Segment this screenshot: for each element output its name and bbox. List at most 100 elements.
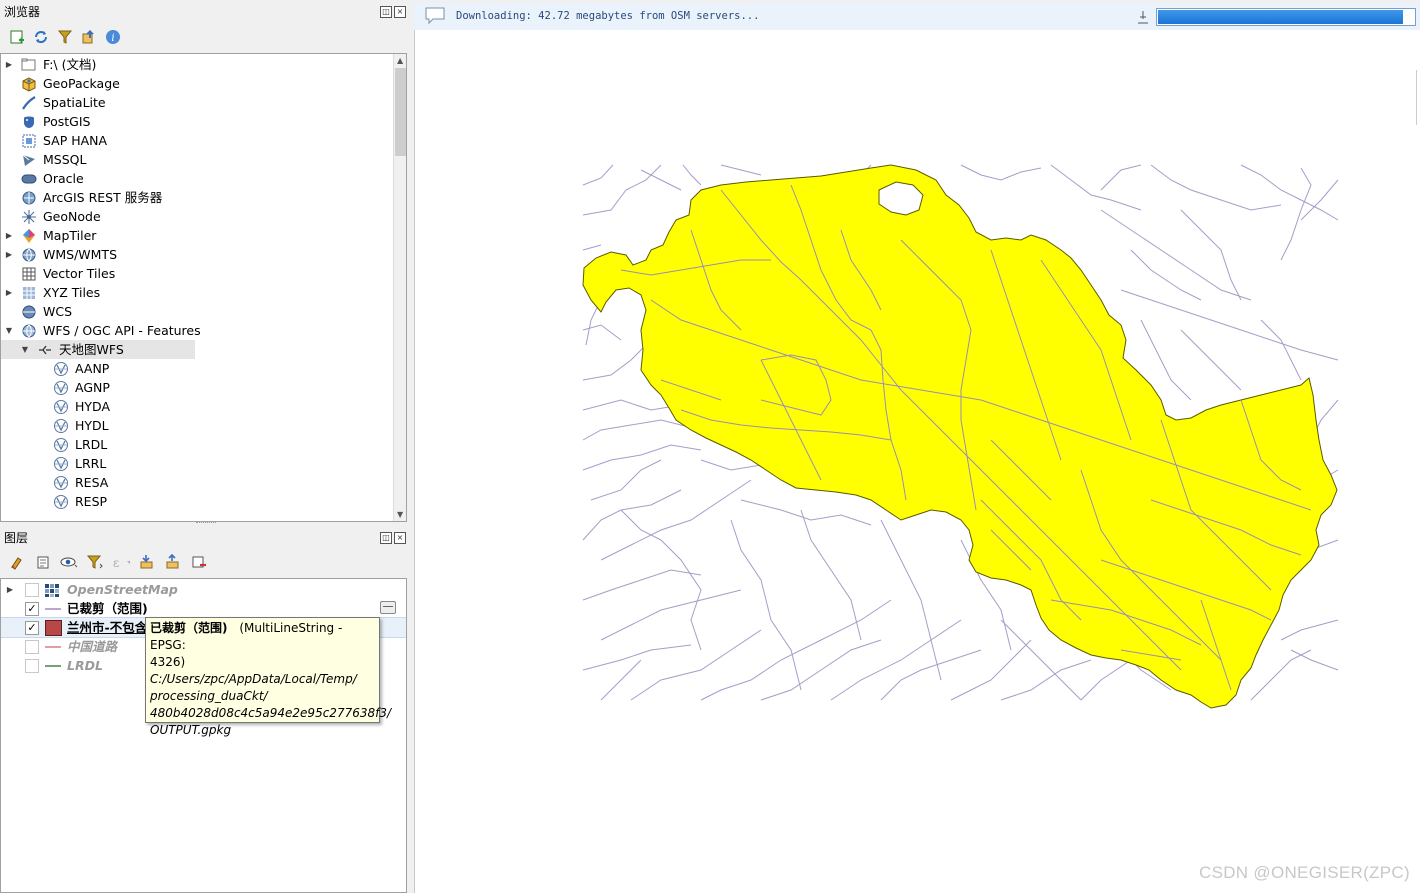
browser-item[interactable]: HYDL	[1, 416, 391, 435]
layer-visibility-checkbox[interactable]: ✓	[25, 621, 39, 635]
browser-tree[interactable]: ▶ F:\ (文档) GeoPackage SpatiaLite PostGIS SAP …	[0, 53, 407, 522]
layers-panel-title: 图层 ◫ ×	[0, 528, 410, 548]
visibility-icon[interactable]	[60, 553, 78, 571]
browser-item[interactable]: LRDL	[1, 435, 391, 454]
browser-item-label: HYDL	[75, 418, 109, 433]
scroll-up-arrow[interactable]: ▲	[397, 56, 403, 65]
expand-all-icon[interactable]	[138, 553, 156, 571]
layer-visibility-checkbox[interactable]	[25, 659, 39, 673]
layer-name: OpenStreetMap	[67, 582, 178, 597]
browser-item[interactable]: GeoPackage	[1, 74, 391, 93]
browser-item[interactable]: RESA	[1, 473, 391, 492]
chevron-right-icon[interactable]: ▶	[4, 283, 14, 302]
chevron-right-icon[interactable]: ▶	[4, 55, 14, 74]
browser-item[interactable]: ▼ 天地图WFS	[1, 340, 195, 359]
collapse-all-icon[interactable]	[164, 553, 182, 571]
add-group-icon[interactable]	[34, 553, 52, 571]
layer-visibility-checkbox[interactable]	[25, 583, 39, 597]
browser-panel-title: 浏览器 ◫ ×	[0, 2, 410, 22]
download-progress-fill	[1158, 10, 1404, 24]
browser-item-label: GeoPackage	[43, 76, 120, 91]
layers-toolbar: ε	[0, 550, 208, 574]
layer-row[interactable]: ✓ 已裁剪（范围)	[1, 599, 406, 618]
browser-item[interactable]: MSSQL	[1, 150, 391, 169]
wfs-icon	[21, 323, 37, 338]
browser-item[interactable]: GeoNode	[1, 207, 391, 226]
refresh-icon[interactable]	[32, 28, 50, 46]
clear-message-icon[interactable]	[1136, 9, 1150, 25]
browser-panel-title-text: 浏览器	[4, 5, 41, 19]
browser-item-label: GeoNode	[43, 209, 101, 224]
browser-item[interactable]: ▶ XYZ Tiles	[1, 283, 391, 302]
browser-item-label: 天地图WFS	[59, 342, 124, 357]
undock-button[interactable]: ◫	[380, 6, 392, 18]
layer-visibility-checkbox[interactable]: ✓	[25, 602, 39, 616]
layer-row[interactable]: ▶ OpenStreetMap	[1, 580, 406, 599]
remove-layer-icon[interactable]	[190, 553, 208, 571]
tooltip-path-line: 480b4028d08c4c5a94e2e95c277638f3/	[150, 706, 392, 720]
browser-item[interactable]: ▶ MapTiler	[1, 226, 391, 245]
collapse-icon[interactable]	[80, 28, 98, 46]
scroll-thumb[interactable]	[395, 68, 406, 156]
info-icon[interactable]: i	[104, 28, 122, 46]
undock-button[interactable]: ◫	[380, 532, 392, 544]
raster-layer-icon	[45, 583, 59, 597]
browser-item[interactable]: ArcGIS REST 服务器	[1, 188, 391, 207]
splitter-handle[interactable]	[196, 522, 216, 526]
map-canvas[interactable]: CSDN @ONEGISER(ZPC)	[414, 30, 1420, 893]
layer-visibility-checkbox[interactable]	[25, 640, 39, 654]
line-symbol	[45, 608, 61, 610]
browser-item[interactable]: Oracle	[1, 169, 391, 188]
maptiler-icon	[21, 228, 37, 243]
browser-item[interactable]: WCS	[1, 302, 391, 321]
wfs-layer-icon	[53, 399, 69, 414]
wfs-layer-icon	[53, 475, 69, 490]
message-bar: Downloading: 42.72 megabytes from OSM se…	[414, 3, 1420, 31]
browser-item[interactable]: SpatiaLite	[1, 93, 391, 112]
browser-scrollbar[interactable]: ▲ ▼	[393, 54, 406, 521]
tooltip-line-1: 已裁剪（范围) (MultiLineString - EPSG:	[150, 620, 375, 654]
browser-item[interactable]: AANP	[1, 359, 391, 378]
scroll-down-arrow[interactable]: ▼	[397, 510, 403, 519]
expression-filter-icon[interactable]: ε	[112, 553, 130, 571]
browser-item[interactable]: LRRL	[1, 454, 391, 473]
browser-item[interactable]: HYDA	[1, 397, 391, 416]
browser-item-label: AGNP	[75, 380, 110, 395]
layer-name: 中国道路	[67, 639, 118, 654]
speech-bubble-icon	[424, 6, 446, 29]
chevron-right-icon[interactable]: ▶	[5, 580, 15, 599]
browser-item[interactable]: PostGIS	[1, 112, 391, 131]
layer-options-icon[interactable]	[380, 601, 396, 614]
layer-name: LRDL	[67, 658, 103, 673]
browser-item-label: RESA	[75, 475, 109, 490]
browser-item[interactable]: RESP	[1, 492, 391, 511]
browser-item[interactable]: ▶ WMS/WMTS	[1, 245, 391, 264]
close-panel-button[interactable]: ×	[394, 6, 406, 18]
xyz-icon	[21, 285, 37, 300]
browser-item[interactable]: ▼ WFS / OGC API - Features	[1, 321, 391, 340]
geonode-icon	[21, 209, 37, 224]
mssql-icon	[21, 152, 37, 167]
oracle-icon	[21, 171, 37, 186]
wcs-icon	[21, 304, 37, 319]
browser-item[interactable]: Vector Tiles	[1, 264, 391, 283]
message-text: Downloading: 42.72 megabytes from OSM se…	[456, 10, 760, 22]
browser-item-label: RESP	[75, 494, 108, 509]
browser-item-label: AANP	[75, 361, 110, 376]
filter-legend-icon[interactable]	[86, 553, 104, 571]
chevron-right-icon[interactable]: ▶	[4, 226, 14, 245]
chevron-down-icon[interactable]: ▼	[20, 340, 30, 359]
layers-panel-title-text: 图层	[4, 531, 29, 545]
chevron-down-icon[interactable]: ▼	[4, 321, 14, 340]
vectortiles-icon	[21, 266, 37, 281]
browser-item[interactable]: AGNP	[1, 378, 391, 397]
browser-item[interactable]: ▶ F:\ (文档)	[1, 55, 391, 74]
filter-icon[interactable]	[56, 28, 74, 46]
add-icon[interactable]	[8, 28, 26, 46]
chevron-right-icon[interactable]: ▶	[4, 245, 14, 264]
style-icon[interactable]	[8, 553, 26, 571]
browser-item-label: PostGIS	[43, 114, 91, 129]
wfs-layer-icon	[53, 456, 69, 471]
browser-item[interactable]: SAP HANA	[1, 131, 391, 150]
close-panel-button[interactable]: ×	[394, 532, 406, 544]
